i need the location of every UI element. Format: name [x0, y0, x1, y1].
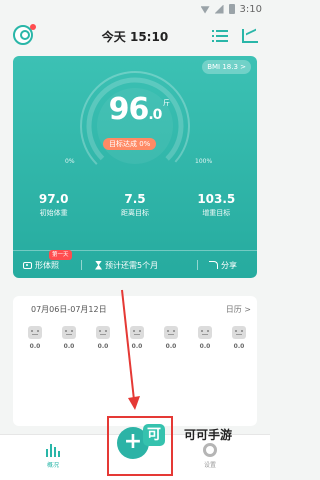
- nav-overview[interactable]: 概况: [33, 443, 73, 469]
- stat-label: 初始体重: [39, 209, 68, 217]
- nav-settings-label: 设置: [203, 462, 216, 469]
- mood-face-icon: [232, 326, 246, 339]
- day-value: 0.0: [131, 343, 143, 350]
- day-value: 0.0: [63, 343, 75, 350]
- stat-value: 103.5: [197, 192, 236, 206]
- goal-progress-badge: 目标达成 0%: [103, 138, 157, 150]
- watermark-text: 可可手游: [184, 428, 233, 442]
- estimate-label: 预计还需5个月: [105, 260, 159, 270]
- stat-value: 7.5: [124, 192, 146, 206]
- trend-chart-icon[interactable]: [242, 29, 258, 43]
- day-item[interactable]: 0.0: [129, 326, 145, 350]
- day-item[interactable]: 0.0: [197, 326, 213, 350]
- day-item[interactable]: 0.0: [163, 326, 179, 350]
- battery-icon: [228, 4, 235, 14]
- stat-gain-goal: 103.5 增重目标: [176, 192, 257, 218]
- weight-card: BMI 18.3 > 96.0 斤 目标达成 0% 0% 100% 97.0 初…: [13, 56, 257, 278]
- share-button[interactable]: 分享: [209, 260, 237, 271]
- day-value: 0.0: [97, 343, 109, 350]
- gauge-max-label: 100%: [195, 158, 213, 165]
- nav-overview-label: 概况: [46, 462, 59, 469]
- app-screen: 3:10 今天 15:10 BMI 18.3 > 96.0 斤 目标达成 0% …: [0, 0, 270, 480]
- hourglass-icon: [95, 260, 102, 270]
- day-value: 0.0: [165, 343, 177, 350]
- day-value: 0.0: [233, 343, 245, 350]
- day-list: 0.0 0.0 0.0 0.0 0.0 0.0 0.0: [27, 326, 247, 350]
- weight-stats: 97.0 初始体重 7.5 距离目标 103.5 增重目标: [13, 192, 257, 218]
- day-value: 0.0: [29, 343, 41, 350]
- gauge-min-label: 0%: [65, 158, 75, 165]
- gear-icon: [203, 443, 217, 457]
- nav-settings[interactable]: 设置: [190, 443, 230, 469]
- current-weight: 96.0: [13, 92, 257, 127]
- bar-chart-icon: [46, 443, 60, 457]
- week-range: 07月06日-07月12日: [31, 305, 107, 314]
- stat-label: 距离目标: [120, 209, 149, 217]
- top-header: 今天 15:10: [0, 18, 270, 56]
- mood-face-icon: [130, 326, 144, 339]
- calendar-link[interactable]: 日历 >: [226, 304, 251, 315]
- stat-initial-weight: 97.0 初始体重: [13, 192, 94, 218]
- mood-face-icon: [96, 326, 110, 339]
- watermark-logo: 可: [143, 424, 165, 446]
- action-separator: [197, 260, 198, 270]
- day-item[interactable]: 0.0: [61, 326, 77, 350]
- share-label: 分享: [221, 260, 237, 270]
- card-actions: 形体照 预计还需5个月 分享: [13, 254, 257, 276]
- stat-distance-to-goal: 7.5 距离目标: [94, 192, 175, 218]
- body-photo-button[interactable]: 形体照: [23, 260, 59, 271]
- mood-face-icon: [28, 326, 42, 339]
- list-icon[interactable]: [212, 30, 228, 44]
- stat-label: 增重目标: [202, 209, 231, 217]
- day-item[interactable]: 0.0: [231, 326, 247, 350]
- weight-integer: 96: [108, 92, 150, 127]
- bmi-badge[interactable]: BMI 18.3 >: [202, 60, 251, 74]
- day-item[interactable]: 0.0: [27, 326, 43, 350]
- status-bar: 3:10: [0, 0, 270, 18]
- mood-face-icon: [164, 326, 178, 339]
- status-time: 3:10: [239, 3, 262, 15]
- stat-value: 97.0: [38, 192, 69, 206]
- mood-face-icon: [198, 326, 212, 339]
- wifi-icon: [200, 6, 210, 14]
- mood-face-icon: [62, 326, 76, 339]
- weight-unit: 斤: [163, 99, 170, 107]
- body-photo-label: 形体照: [35, 260, 59, 270]
- signal-icon: [214, 4, 224, 14]
- weight-decimal: .0: [148, 107, 162, 123]
- action-separator: [81, 260, 82, 270]
- estimate-info: 预计还需5个月: [95, 260, 158, 271]
- share-icon: [209, 261, 218, 269]
- day-value: 0.0: [199, 343, 211, 350]
- page-title: 今天 15:10: [101, 30, 169, 44]
- camera-icon: [23, 261, 32, 269]
- week-card: 07月06日-07月12日 日历 > 0.0 0.0 0.0 0.0 0.0 0…: [13, 296, 257, 426]
- day-item[interactable]: 0.0: [95, 326, 111, 350]
